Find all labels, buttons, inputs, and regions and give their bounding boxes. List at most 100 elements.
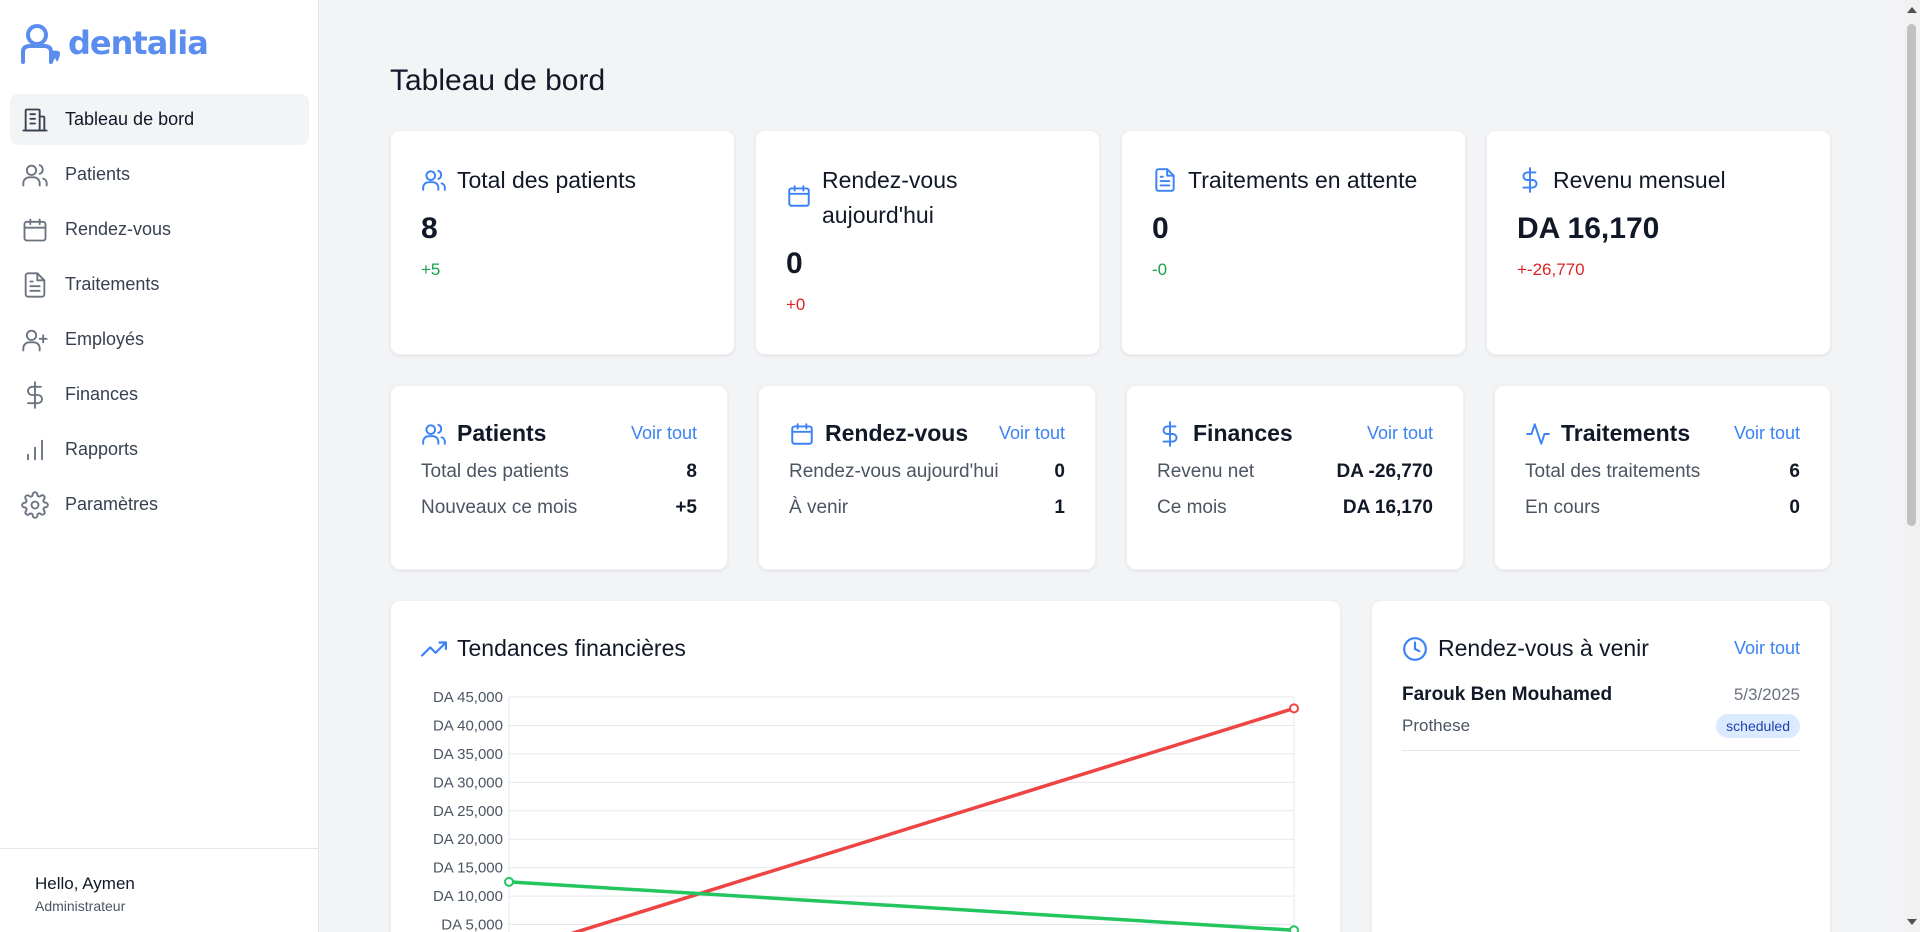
sidebar-item-traitements[interactable]: Traitements xyxy=(10,259,309,310)
summary-card-patients: Patients Voir tout Total des patients 8 N… xyxy=(390,385,728,570)
file-text-icon xyxy=(1155,168,1175,192)
sidebar-item-label: Rendez-vous xyxy=(65,219,172,239)
dollar-icon xyxy=(1522,167,1538,193)
app-logo[interactable]: dentalia xyxy=(20,22,209,64)
y-tick-label: DA 25,000 xyxy=(433,803,503,820)
summary-card-rendez-vous: Rendez-vous Voir tout Rendez-vous aujour… xyxy=(758,385,1096,570)
stat-value: 0 xyxy=(786,247,803,280)
summary-row: Nouveaux ce mois +5 xyxy=(421,497,697,519)
y-tick-label: DA 45,000 xyxy=(433,689,503,706)
summary-row: En cours 0 xyxy=(1525,497,1800,519)
row-label: Total des patients xyxy=(421,461,569,482)
sidebar-item-label: Traitements xyxy=(65,274,160,294)
summary-title: Traitements xyxy=(1561,420,1691,446)
sidebar-item-rendez-vous[interactable]: Rendez-vous xyxy=(10,204,309,255)
logo-text: dentalia xyxy=(68,24,209,62)
page-scrollbar[interactable] xyxy=(1903,0,1920,932)
data-point xyxy=(1289,925,1299,932)
row-label: À venir xyxy=(789,497,849,518)
y-tick-label: DA 30,000 xyxy=(433,774,503,791)
summary-row: Total des patients 8 xyxy=(421,461,697,483)
clock-icon xyxy=(1403,636,1427,661)
row-label: Revenu net xyxy=(1157,461,1255,482)
gear-icon xyxy=(21,490,49,519)
sidebar-item-employes[interactable]: Employés xyxy=(10,314,309,365)
row-value: DA -26,770 xyxy=(1336,461,1433,482)
y-tick-label: DA 35,000 xyxy=(433,746,503,763)
row-value: DA 16,170 xyxy=(1342,497,1433,518)
summary-row: Revenu net DA -26,770 xyxy=(1157,461,1433,483)
stat-title: Rendez-vous aujourd'hui xyxy=(822,167,958,228)
stat-value: 0 xyxy=(1152,212,1169,245)
sidebar-item-finances[interactable]: Finances xyxy=(10,369,309,420)
dentist-logo-icon xyxy=(21,24,60,64)
summary-title: Patients xyxy=(457,420,547,446)
status-badge: scheduled xyxy=(1716,714,1800,738)
appointment-patient-name: Farouk Ben Mouhamed xyxy=(1402,684,1613,705)
row-value: 8 xyxy=(686,461,697,482)
scroll-down-arrow-icon[interactable] xyxy=(1907,919,1917,925)
stat-title: Total des patients xyxy=(457,167,637,193)
sidebar-nav: Tableau de bord Patients Rendez-vous Tra… xyxy=(10,94,309,534)
sidebar-item-label: Finances xyxy=(65,384,139,404)
y-tick-label: DA 20,000 xyxy=(433,831,503,848)
view-all-upcoming-link[interactable]: Voir tout xyxy=(1734,638,1800,659)
row-value: +5 xyxy=(675,497,697,518)
summary-row: Ce mois DA 16,170 xyxy=(1157,497,1433,519)
stat-title: Traitements en attente xyxy=(1188,167,1418,193)
row-label: Rendez-vous aujourd'hui xyxy=(789,461,999,482)
appointment-date: 5/3/2025 xyxy=(1733,685,1800,704)
stat-change: +-26,770 xyxy=(1517,260,1585,279)
sidebar-item-parametres[interactable]: Paramètres xyxy=(10,479,309,530)
dollar-icon xyxy=(27,380,43,409)
row-label: Nouveaux ce mois xyxy=(421,497,578,518)
summary-title: Rendez-vous xyxy=(825,420,969,446)
view-all-patients-link[interactable]: Voir tout xyxy=(631,423,697,444)
sidebar: dentalia Tableau de bord Patients Rendez… xyxy=(0,0,319,932)
data-point xyxy=(504,876,514,887)
user-greeting: Hello, Aymen xyxy=(35,874,135,893)
stat-card-revenu-mensuel: Revenu mensuel DA 16,170 +-26,770 xyxy=(1486,130,1831,355)
y-tick-label: DA 10,000 xyxy=(433,888,503,905)
sidebar-item-tableau-de-bord[interactable]: Tableau de bord xyxy=(10,94,309,145)
data-point xyxy=(1289,703,1299,714)
view-all-finances-link[interactable]: Voir tout xyxy=(1367,423,1433,444)
user-plus-icon xyxy=(22,329,48,351)
sidebar-item-patients[interactable]: Patients xyxy=(10,149,309,200)
financial-trends-card: Tendances financières DA 45,000 DA 40,000… xyxy=(390,600,1341,932)
appointment-type: Prothese xyxy=(1402,716,1471,735)
dollar-icon xyxy=(1162,420,1178,447)
stat-card-rendez-vous-aujourdhui: Rendez-vous aujourd'hui 0 +0 xyxy=(755,130,1100,355)
view-all-appointments-link[interactable]: Voir tout xyxy=(999,423,1065,444)
scroll-up-arrow-icon[interactable] xyxy=(1907,7,1917,13)
page-title: Tableau de bord xyxy=(390,64,606,97)
calendar-icon xyxy=(791,422,813,445)
activity-icon xyxy=(1526,422,1550,445)
summary-card-finances: Finances Voir tout Revenu net DA -26,770 … xyxy=(1126,385,1464,570)
view-all-treatments-link[interactable]: Voir tout xyxy=(1734,423,1800,444)
user-profile[interactable]: Hello, Aymen Administrateur xyxy=(0,848,318,932)
users-icon xyxy=(422,169,446,191)
sidebar-item-label: Paramètres xyxy=(65,494,159,514)
bar-chart-icon xyxy=(27,439,43,460)
stat-title: Revenu mensuel xyxy=(1553,167,1726,193)
upcoming-appointments-card: Rendez-vous à venir Voir tout Farouk Ben… xyxy=(1371,600,1831,932)
appointment-item[interactable]: Farouk Ben Mouhamed 5/3/2025 Prothese sc… xyxy=(1402,684,1800,751)
summary-row: À venir 1 xyxy=(789,497,1065,519)
y-tick-label: DA 40,000 xyxy=(433,717,503,734)
stat-change: +0 xyxy=(786,295,806,314)
file-text-icon xyxy=(24,271,46,298)
row-value: 0 xyxy=(1054,461,1065,482)
series-line-1 xyxy=(508,880,1295,932)
stat-card-traitements-en-attente: Traitements en attente 0 -0 xyxy=(1121,130,1466,355)
y-tick-label: DA 15,000 xyxy=(433,860,503,877)
y-tick-label: DA 5,000 xyxy=(441,917,503,932)
calendar-icon xyxy=(788,185,810,207)
stat-value: DA 16,170 xyxy=(1517,212,1660,245)
sidebar-item-rapports[interactable]: Rapports xyxy=(10,424,309,475)
chart-title: Tendances financières xyxy=(457,635,686,661)
row-label: Total des traitements xyxy=(1525,461,1701,482)
stat-card-total-patients: Total des patients 8 +5 xyxy=(390,130,735,355)
scrollbar-thumb[interactable] xyxy=(1907,24,1916,526)
row-label: Ce mois xyxy=(1157,497,1227,518)
